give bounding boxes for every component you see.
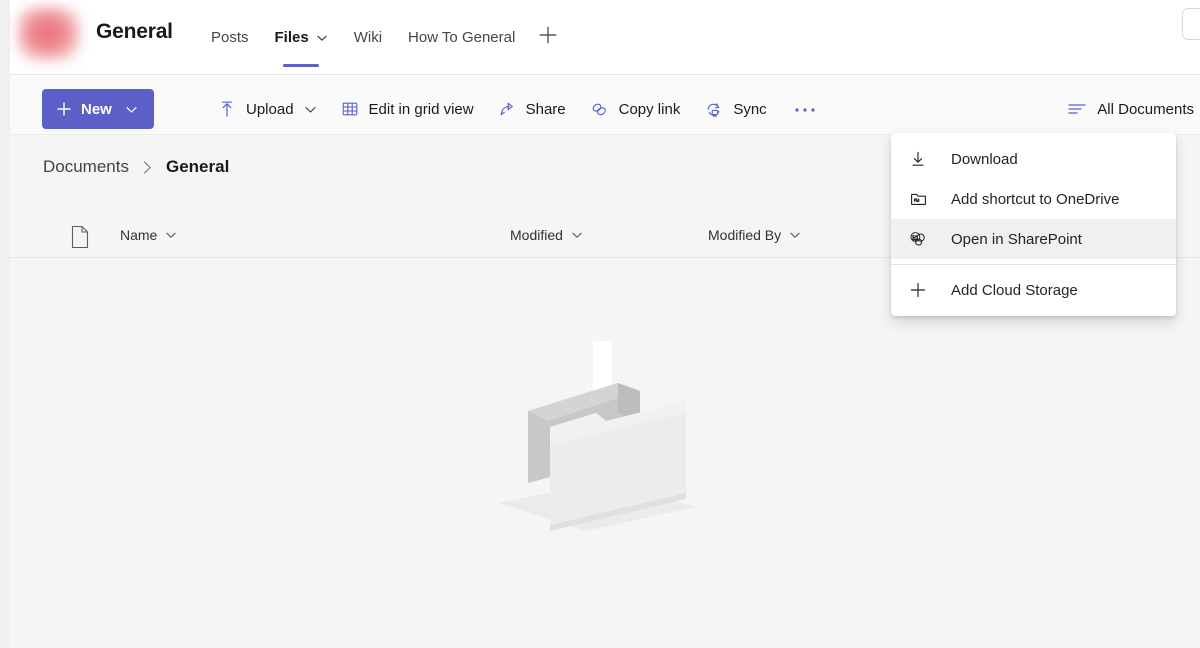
tab-how-to-general-label: How To General <box>408 29 515 46</box>
ellipsis-icon <box>794 100 816 118</box>
menu-item-add-cloud-storage[interactable]: Add Cloud Storage <box>891 270 1176 310</box>
view-selector[interactable]: All Documents <box>1055 89 1200 129</box>
tab-how-to-general[interactable]: How To General <box>395 0 528 75</box>
chevron-down-icon <box>304 103 317 116</box>
tab-strip: Posts Files Wiki How To General <box>198 0 568 75</box>
new-button[interactable]: New <box>42 89 154 129</box>
upload-icon <box>218 100 236 118</box>
sync-button[interactable]: Sync <box>692 89 778 129</box>
sharepoint-icon: S <box>907 229 929 249</box>
menu-item-download-label: Download <box>951 151 1018 168</box>
column-header-modified-by[interactable]: Modified By <box>708 227 801 243</box>
sync-icon <box>704 100 723 119</box>
active-tab-indicator <box>283 64 319 67</box>
copy-link-button[interactable]: Copy link <box>578 89 693 129</box>
chevron-down-icon <box>316 32 328 44</box>
add-tab-button[interactable] <box>528 0 568 75</box>
header-overflow-box[interactable] <box>1182 8 1200 40</box>
upload-button[interactable]: Upload <box>206 89 329 129</box>
share-button[interactable]: Share <box>486 89 578 129</box>
teams-files-app: General Posts Files Wiki How To General <box>0 0 1200 648</box>
command-bar: New Upload <box>10 75 1200 135</box>
tab-posts[interactable]: Posts <box>198 0 262 75</box>
tab-files[interactable]: Files <box>262 0 341 75</box>
chevron-down-icon <box>165 229 177 241</box>
menu-item-open-in-sharepoint-label: Open in SharePoint <box>951 231 1082 248</box>
tab-files-label: Files <box>275 29 309 46</box>
grid-icon <box>341 100 359 118</box>
overflow-menu: Download Add shortcut to OneDrive <box>891 133 1176 316</box>
column-header-modified[interactable]: Modified <box>510 227 583 243</box>
share-icon <box>498 100 516 118</box>
tab-wiki-label: Wiki <box>354 29 382 46</box>
channel-header: General Posts Files Wiki How To General <box>10 0 1200 75</box>
breadcrumb-current: General <box>166 157 229 177</box>
file-icon <box>70 225 90 254</box>
chevron-down-icon <box>125 103 138 116</box>
drag-files-folder-illustration <box>500 355 710 550</box>
menu-divider <box>891 264 1176 265</box>
team-avatar <box>18 7 80 61</box>
new-button-label: New <box>81 101 112 118</box>
plus-icon <box>907 281 929 299</box>
more-options-button[interactable] <box>783 89 827 129</box>
column-header-name[interactable]: Name <box>120 227 177 243</box>
plus-icon <box>537 24 559 51</box>
edit-in-grid-view-label: Edit in grid view <box>369 101 474 118</box>
download-icon <box>907 150 929 168</box>
all-documents-view-button[interactable]: All Documents <box>1055 89 1200 129</box>
chevron-right-icon <box>142 160 153 175</box>
column-header-name-label: Name <box>120 227 157 243</box>
column-header-modified-label: Modified <box>510 227 563 243</box>
sync-label: Sync <box>733 101 766 118</box>
breadcrumb: Documents General <box>43 157 229 177</box>
column-header-modified-by-label: Modified By <box>708 227 781 243</box>
copy-link-label: Copy link <box>619 101 681 118</box>
page-title: General <box>96 20 173 44</box>
folder-link-icon <box>907 190 929 209</box>
edit-in-grid-view-button[interactable]: Edit in grid view <box>329 89 486 129</box>
breadcrumb-documents[interactable]: Documents <box>43 157 129 177</box>
chevron-down-icon <box>571 229 583 241</box>
menu-item-add-shortcut-label: Add shortcut to OneDrive <box>951 191 1119 208</box>
menu-item-open-in-sharepoint[interactable]: S Open in SharePoint <box>891 219 1176 259</box>
share-label: Share <box>526 101 566 118</box>
upload-label: Upload <box>246 101 294 118</box>
list-view-icon <box>1067 101 1087 117</box>
menu-item-add-shortcut-to-onedrive[interactable]: Add shortcut to OneDrive <box>891 179 1176 219</box>
svg-text:S: S <box>913 235 917 241</box>
all-documents-label: All Documents <box>1097 101 1194 118</box>
plus-icon <box>56 101 72 117</box>
command-bar-items: Upload Edit in grid view <box>206 89 827 129</box>
tab-wiki[interactable]: Wiki <box>341 0 395 75</box>
chevron-down-icon <box>789 229 801 241</box>
tab-posts-label: Posts <box>211 29 249 46</box>
menu-item-add-cloud-storage-label: Add Cloud Storage <box>951 282 1078 299</box>
link-icon <box>590 100 609 119</box>
menu-item-download[interactable]: Download <box>891 139 1176 179</box>
